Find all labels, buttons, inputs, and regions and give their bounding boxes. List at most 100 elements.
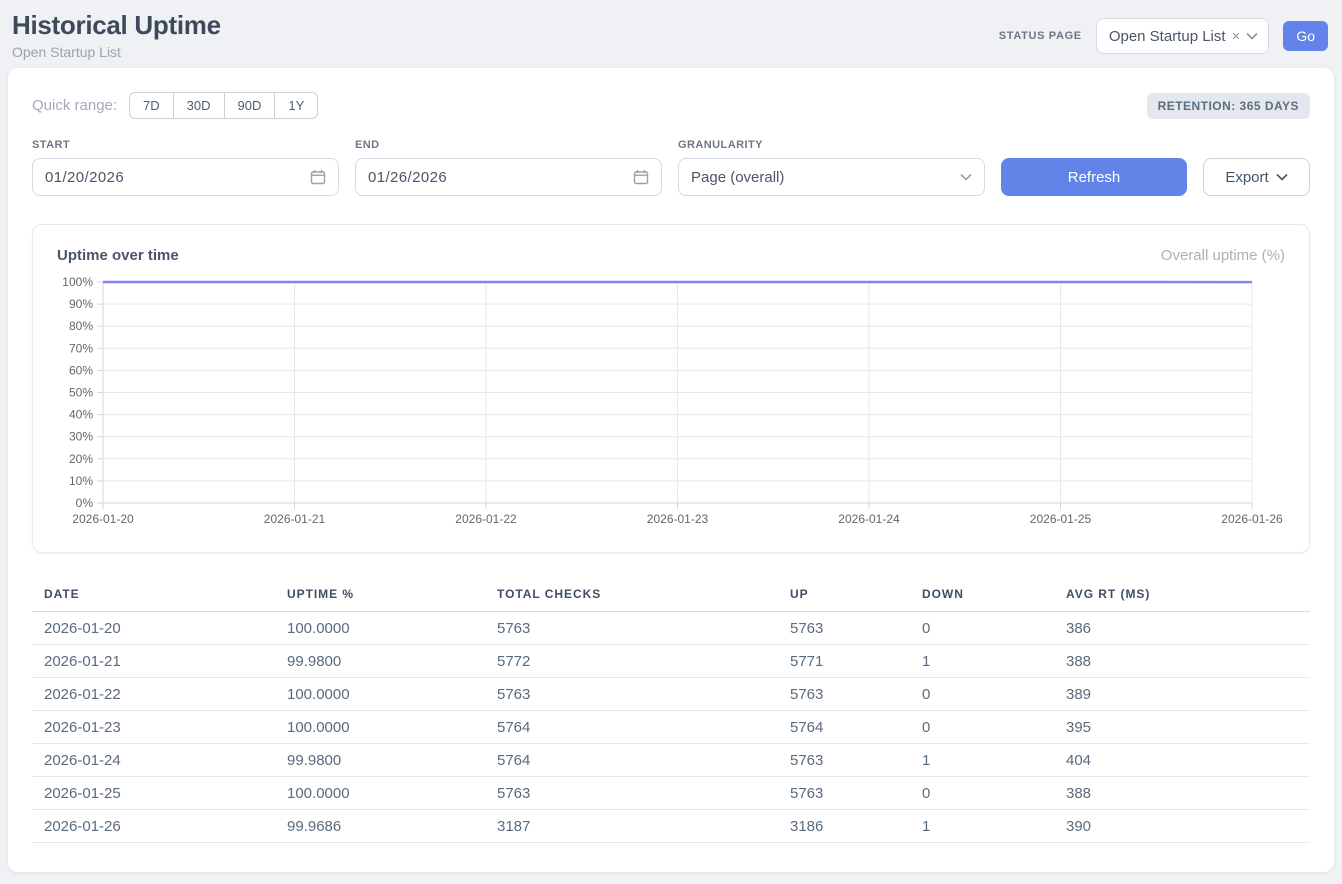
table-cell: 0 (910, 711, 1054, 744)
end-date-value: 01/26/2026 (368, 169, 447, 186)
column-header: UPTIME % (275, 579, 485, 612)
table-cell: 389 (1054, 678, 1310, 711)
table-cell: 404 (1054, 744, 1310, 777)
column-header: TOTAL CHECKS (485, 579, 778, 612)
start-date-input[interactable]: 01/20/2026 (32, 158, 339, 196)
table-cell: 3187 (485, 810, 778, 843)
y-tick-label: 30% (69, 430, 93, 444)
table-row: 2026-01-25100.0000576357630388 (32, 777, 1310, 810)
end-date-input[interactable]: 01/26/2026 (355, 158, 662, 196)
table-row: 2026-01-22100.0000576357630389 (32, 678, 1310, 711)
granularity-select[interactable]: Page (overall) (678, 158, 985, 196)
table-cell: 5763 (485, 777, 778, 810)
start-label: START (32, 139, 339, 151)
table-cell: 5771 (778, 645, 910, 678)
y-tick-label: 20% (69, 452, 93, 466)
table-cell: 5764 (485, 744, 778, 777)
x-tick-label: 2026-01-20 (72, 512, 134, 526)
x-tick-label: 2026-01-26 (1221, 512, 1283, 526)
export-button[interactable]: Export (1203, 158, 1310, 196)
table-cell: 5772 (485, 645, 778, 678)
table-cell: 99.9800 (275, 645, 485, 678)
status-page-controls: STATUS PAGE Open Startup List × Go (999, 18, 1328, 54)
table-cell: 0 (910, 678, 1054, 711)
table-cell: 100.0000 (275, 711, 485, 744)
x-tick-label: 2026-01-25 (1030, 512, 1092, 526)
table-cell: 5763 (778, 678, 910, 711)
table-row: 2026-01-2199.9800577257711388 (32, 645, 1310, 678)
table-cell: 1 (910, 744, 1054, 777)
table-cell: 100.0000 (275, 678, 485, 711)
quick-range-button-7d[interactable]: 7D (129, 92, 174, 119)
y-tick-label: 10% (69, 474, 93, 488)
table-cell: 99.9800 (275, 744, 485, 777)
table-cell: 2026-01-20 (32, 612, 275, 645)
table-row: 2026-01-23100.0000576457640395 (32, 711, 1310, 744)
table-cell: 1 (910, 810, 1054, 843)
chart-title: Uptime over time (57, 247, 179, 264)
end-label: END (355, 139, 662, 151)
top-bar: Historical Uptime Open Startup List STAT… (0, 0, 1342, 68)
y-tick-label: 90% (69, 297, 93, 311)
table-cell: 2026-01-26 (32, 810, 275, 843)
table-cell: 5763 (778, 744, 910, 777)
table-cell: 2026-01-22 (32, 678, 275, 711)
go-button[interactable]: Go (1283, 21, 1328, 51)
table-cell: 100.0000 (275, 612, 485, 645)
calendar-icon[interactable] (633, 169, 649, 185)
chart-header: Uptime over time Overall uptime (%) (57, 247, 1285, 264)
clear-icon[interactable]: × (1232, 28, 1241, 45)
refresh-button[interactable]: Refresh (1001, 158, 1187, 196)
quick-range-group: 7D30D90D1Y (129, 92, 318, 119)
table-cell: 5763 (485, 612, 778, 645)
page-title: Historical Uptime (12, 10, 221, 41)
uptime-table: DATEUPTIME %TOTAL CHECKSUPDOWNAVG RT (MS… (32, 579, 1310, 843)
table-cell: 5764 (485, 711, 778, 744)
uptime-line-chart: 0% 10% 20% 30% 40% 50% 60% 70% 80% 90% 100% 2026-01… (57, 274, 1285, 526)
table-cell: 2026-01-25 (32, 777, 275, 810)
chevron-down-icon (1246, 32, 1258, 40)
quick-range-row: Quick range: 7D30D90D1Y RETENTION: 365 D… (32, 92, 1310, 119)
column-header: DOWN (910, 579, 1054, 612)
table-cell: 5763 (778, 777, 910, 810)
calendar-icon[interactable] (310, 169, 326, 185)
export-label: Export (1225, 169, 1268, 186)
quick-range-button-1y[interactable]: 1Y (275, 92, 318, 119)
table-cell: 3186 (778, 810, 910, 843)
granularity-field-group: GRANULARITY Page (overall) (678, 139, 985, 196)
table-row: 2026-01-2699.9686318731861390 (32, 810, 1310, 843)
start-date-value: 01/20/2026 (45, 169, 124, 186)
y-tick-label: 70% (69, 341, 93, 355)
table-row: 2026-01-20100.0000576357630386 (32, 612, 1310, 645)
x-tick-label: 2026-01-24 (838, 512, 900, 526)
y-tick-label: 40% (69, 408, 93, 422)
table-cell: 99.9686 (275, 810, 485, 843)
retention-badge: RETENTION: 365 DAYS (1147, 93, 1310, 119)
table-cell: 2026-01-21 (32, 645, 275, 678)
y-tick-label: 60% (69, 363, 93, 377)
y-tick-label: 0% (76, 496, 94, 510)
table-cell: 2026-01-23 (32, 711, 275, 744)
granularity-label: GRANULARITY (678, 139, 985, 151)
chart-legend: Overall uptime (%) (1161, 247, 1285, 264)
table-cell: 0 (910, 777, 1054, 810)
quick-range-button-90d[interactable]: 90D (225, 92, 276, 119)
y-tick-label: 100% (62, 275, 93, 289)
status-page-select[interactable]: Open Startup List × (1096, 18, 1270, 54)
quick-range-button-30d[interactable]: 30D (174, 92, 225, 119)
filter-form-row: START 01/20/2026 END 01/26/2026 (32, 139, 1310, 196)
granularity-value: Page (overall) (691, 169, 784, 186)
status-page-label: STATUS PAGE (999, 30, 1082, 42)
y-tick-label: 80% (69, 319, 93, 333)
table-cell: 386 (1054, 612, 1310, 645)
table-cell: 5763 (778, 612, 910, 645)
table-row: 2026-01-2499.9800576457631404 (32, 744, 1310, 777)
page-subtitle: Open Startup List (12, 44, 221, 60)
column-header: DATE (32, 579, 275, 612)
table-cell: 388 (1054, 645, 1310, 678)
x-tick-label: 2026-01-21 (264, 512, 326, 526)
chevron-down-icon (1276, 173, 1288, 181)
table-cell: 2026-01-24 (32, 744, 275, 777)
chevron-down-icon (960, 173, 972, 181)
y-tick-label: 50% (69, 386, 93, 400)
